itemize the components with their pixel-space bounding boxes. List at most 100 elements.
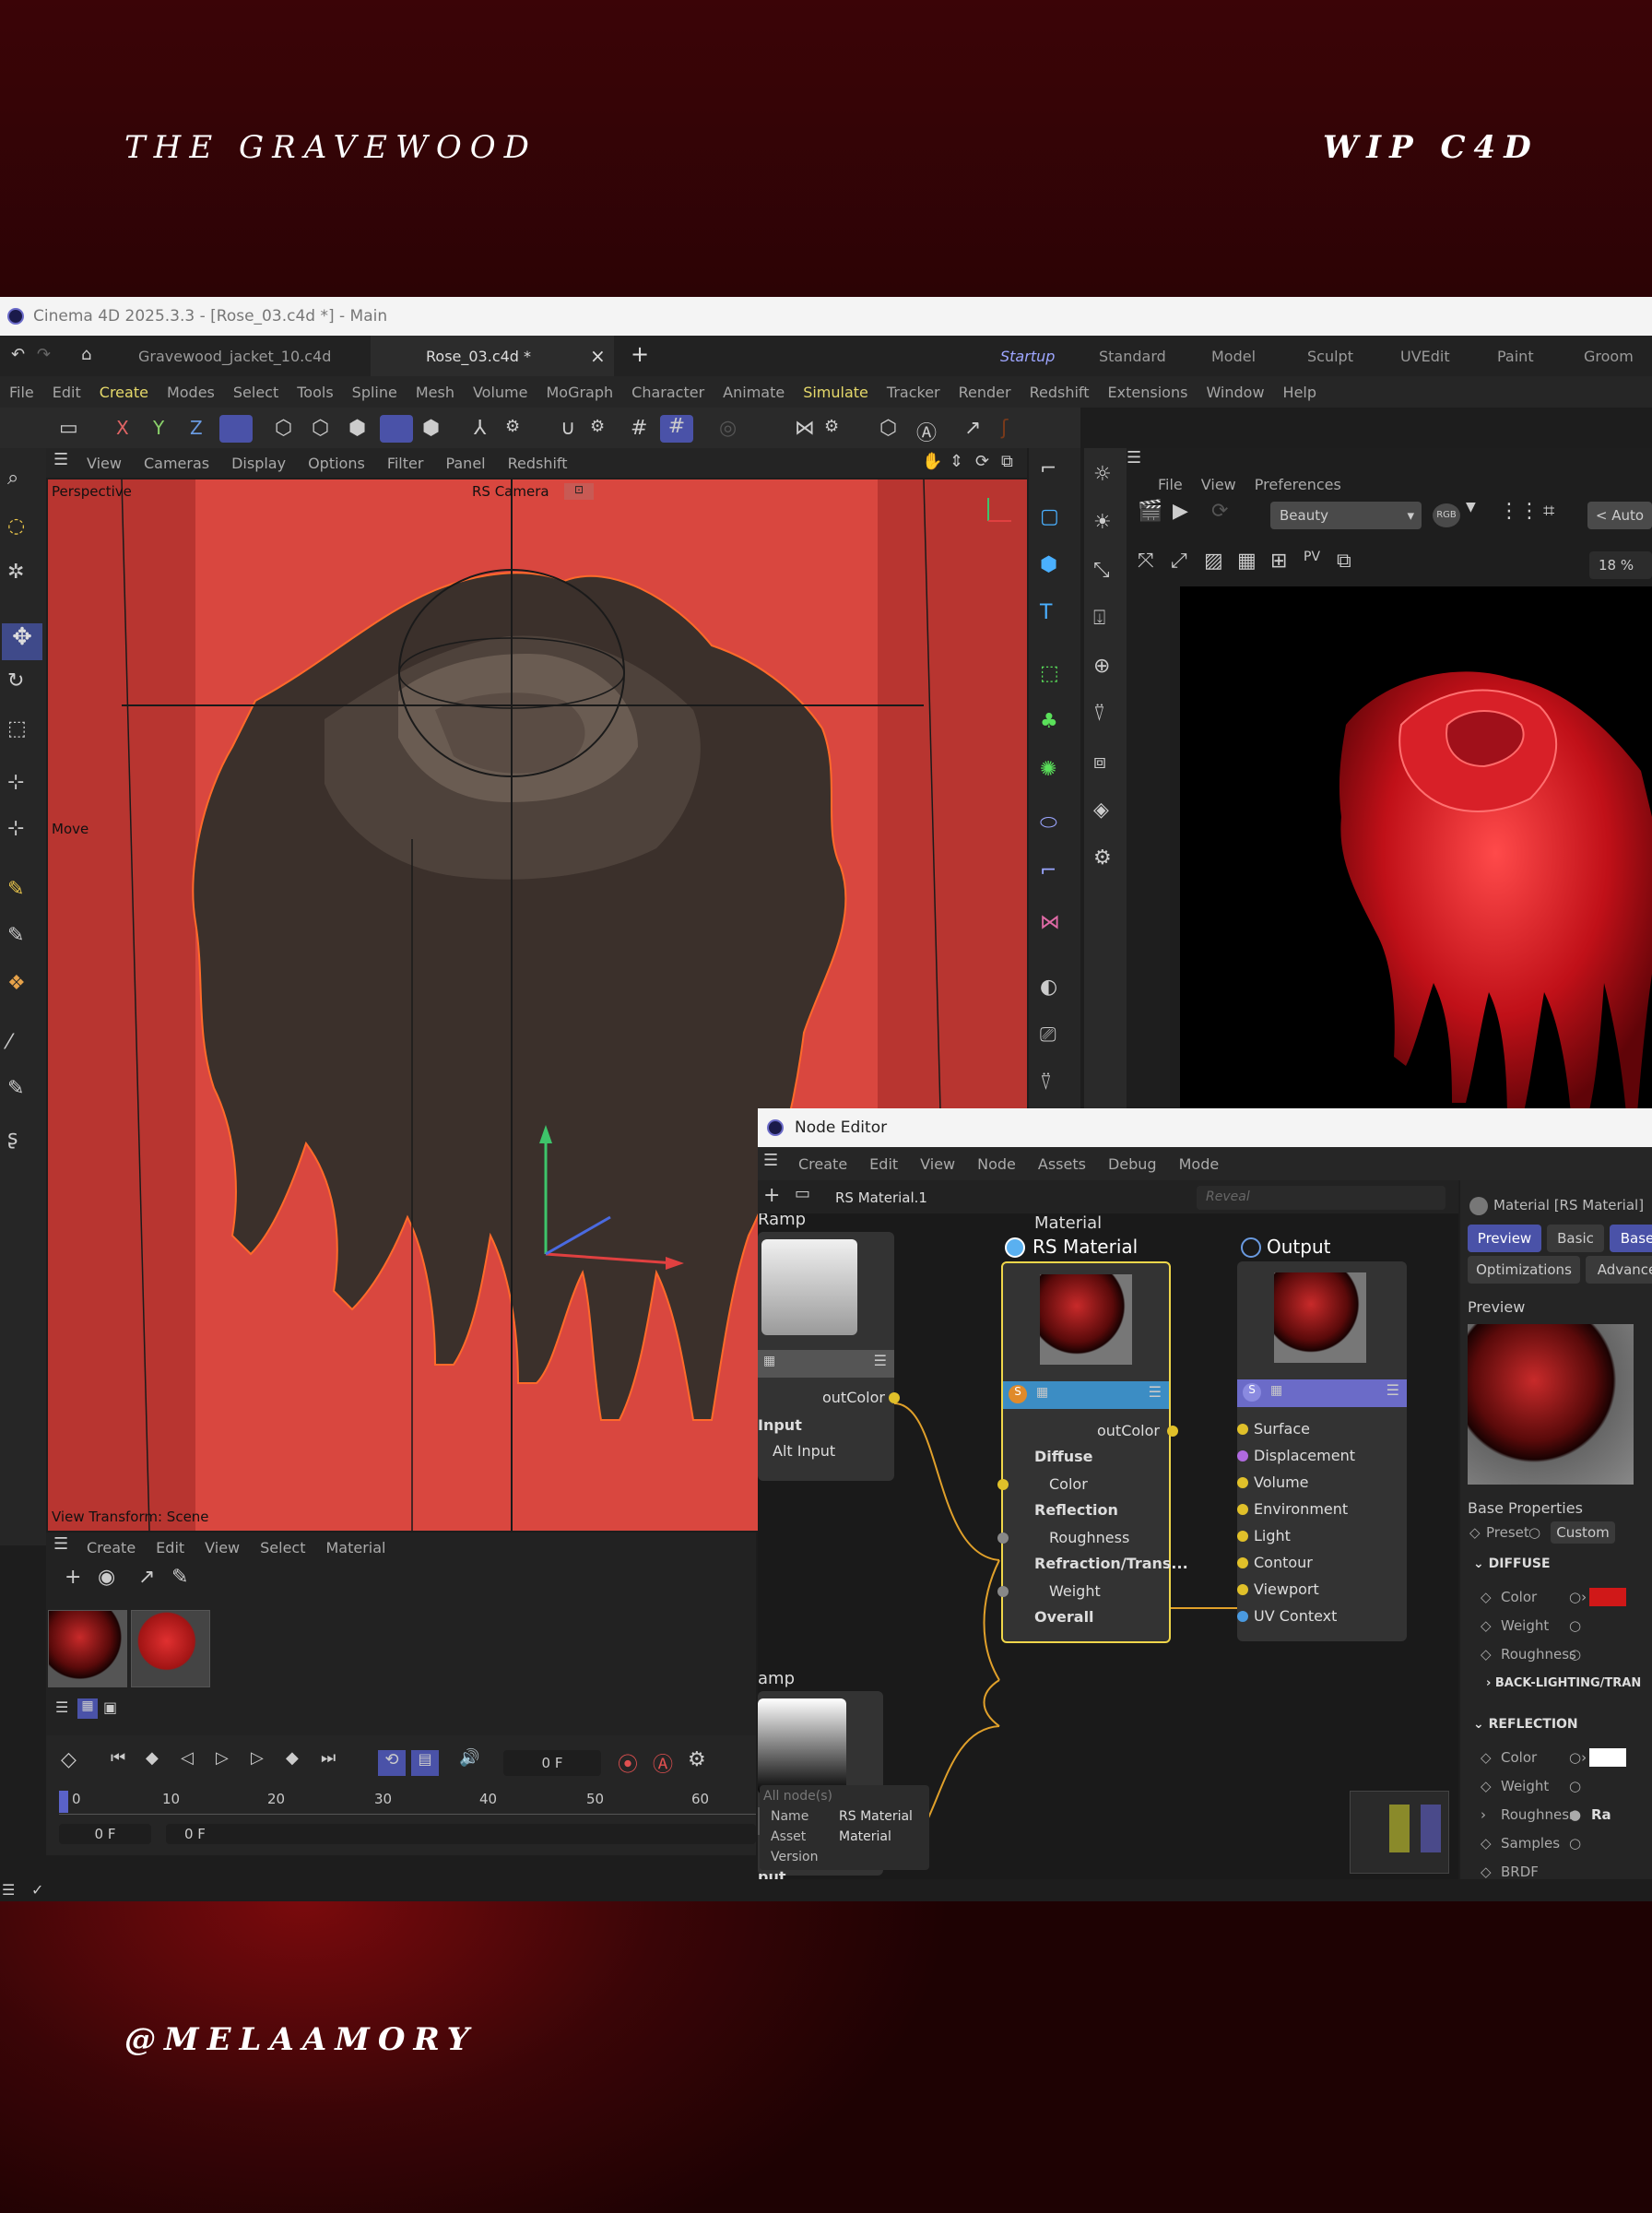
- add-snapshot-icon[interactable]: ⊞: [1270, 550, 1287, 573]
- weight-port[interactable]: [997, 1586, 1009, 1597]
- out-row-uv-context[interactable]: UV Context: [1254, 1607, 1337, 1625]
- deformer-icon[interactable]: ⬭: [1040, 811, 1057, 834]
- viewport-menu-icon[interactable]: ☰: [53, 450, 68, 469]
- pen-tool-icon[interactable]: ✎: [7, 878, 24, 901]
- layout-groom[interactable]: Groom: [1584, 348, 1634, 365]
- ramp-1-out-port[interactable]: [889, 1392, 900, 1403]
- field-icon[interactable]: ⋈: [1040, 911, 1060, 934]
- menu-window[interactable]: Window: [1197, 384, 1273, 401]
- edges-mode-icon[interactable]: ⬡: [312, 417, 329, 440]
- circle-icon[interactable]: ○: [1569, 1617, 1586, 1634]
- light-port[interactable]: [1237, 1531, 1248, 1542]
- spline-tools-icon[interactable]: ❖: [7, 972, 26, 995]
- aov-select[interactable]: Beauty ▾: [1270, 502, 1422, 529]
- redo-icon[interactable]: ↷: [37, 345, 51, 364]
- keyframe-icon[interactable]: ◇: [61, 1748, 77, 1771]
- attr-tab-base[interactable]: Base: [1610, 1225, 1652, 1252]
- grid-snap-button[interactable]: #: [660, 415, 693, 443]
- out-row-viewport[interactable]: Viewport: [1254, 1580, 1319, 1598]
- vp-menu-panel[interactable]: Panel: [445, 455, 485, 472]
- sound-icon[interactable]: 🔊: [459, 1748, 479, 1768]
- add-material-icon[interactable]: +: [65, 1566, 81, 1589]
- back-lighting-section[interactable]: › BACK-LIGHTING/TRAN: [1486, 1676, 1641, 1690]
- butterfly-icon[interactable]: ⋈: [795, 417, 815, 440]
- timeline-ruler[interactable]: 0 10 20 30 40 50 60: [59, 1791, 756, 1815]
- ne-menu-create[interactable]: Create: [798, 1155, 847, 1173]
- clapper-icon[interactable]: 🎬: [1138, 500, 1162, 523]
- material-ball-icon[interactable]: ◉: [98, 1566, 115, 1589]
- layout-paint[interactable]: Paint: [1497, 348, 1534, 365]
- playhead[interactable]: [59, 1791, 68, 1813]
- transform-tool-icon[interactable]: ⊹: [7, 771, 24, 794]
- mat-menu-view[interactable]: View: [205, 1539, 240, 1556]
- mat-menu-edit[interactable]: Edit: [156, 1539, 184, 1556]
- refresh-icon[interactable]: ⟳: [1211, 500, 1228, 523]
- start-frame-field[interactable]: 0 F: [59, 1824, 151, 1844]
- go-end-icon[interactable]: ⏭: [321, 1748, 336, 1768]
- close-tab-icon[interactable]: ×: [590, 345, 606, 367]
- current-frame-field[interactable]: 0 F: [503, 1750, 601, 1776]
- material-out-port[interactable]: [1167, 1426, 1178, 1437]
- row-roughness[interactable]: Roughness: [1049, 1529, 1129, 1546]
- node-minimap[interactable]: [1350, 1791, 1449, 1874]
- ramp-node-1[interactable]: Ramp ▦ ☰ outColor Input Alt Input: [758, 1213, 900, 1481]
- rgb-channel-button[interactable]: RGB: [1433, 503, 1460, 527]
- ies-light-icon[interactable]: ⍗: [1093, 607, 1105, 630]
- node-canvas[interactable]: Ramp ▦☰ outColor Input Alt Input amp ▦☰ …: [758, 1213, 1458, 1879]
- volume-icon[interactable]: ◈: [1093, 799, 1109, 822]
- axis-z-button[interactable]: Z: [190, 417, 203, 439]
- tab-file-2[interactable]: Rose_03.c4d *: [426, 348, 531, 365]
- vp-menu-options[interactable]: Options: [308, 455, 365, 472]
- row-overall[interactable]: Overall: [1034, 1608, 1094, 1626]
- text-a-icon[interactable]: Ⓐ: [916, 417, 937, 446]
- spline-pen-icon[interactable]: ✎: [7, 924, 24, 947]
- out-row-environment[interactable]: Environment: [1254, 1500, 1348, 1518]
- vp-menu-view[interactable]: View: [87, 455, 122, 472]
- attr-tab-preview[interactable]: Preview: [1468, 1225, 1541, 1252]
- menu-mesh[interactable]: Mesh: [407, 384, 464, 401]
- ne-menu-assets[interactable]: Assets: [1038, 1155, 1086, 1173]
- polygons-mode-icon[interactable]: ⬢: [348, 417, 366, 440]
- circle-icon[interactable]: ○: [1569, 1835, 1586, 1852]
- preset-select[interactable]: Custom: [1551, 1521, 1615, 1544]
- layout-uvedit[interactable]: UVEdit: [1400, 348, 1450, 365]
- autokey-icon[interactable]: Ⓐ: [653, 1748, 673, 1778]
- object-render-icon[interactable]: ⬡: [879, 417, 897, 440]
- material-thumb-2[interactable]: [131, 1610, 210, 1687]
- cloner-icon[interactable]: ♣: [1040, 710, 1058, 733]
- refl-color-swatch[interactable]: [1589, 1747, 1626, 1767]
- menu-extensions[interactable]: Extensions: [1099, 384, 1198, 401]
- menu-tools[interactable]: Tools: [288, 384, 342, 401]
- render-canvas[interactable]: [1180, 586, 1652, 1125]
- displacement-port[interactable]: [1237, 1450, 1248, 1462]
- row-reflection[interactable]: Reflection: [1034, 1501, 1118, 1519]
- reflection-section[interactable]: ⌄ REFLECTION: [1473, 1717, 1578, 1732]
- object-box-icon[interactable]: ▭: [59, 417, 78, 440]
- export-icon[interactable]: ↗: [964, 417, 981, 440]
- copy-icon[interactable]: ⧉: [1337, 550, 1351, 573]
- menu-select[interactable]: Select: [224, 384, 288, 401]
- menu-create[interactable]: Create: [90, 384, 158, 401]
- model-mode-button[interactable]: [380, 415, 413, 443]
- environment-icon[interactable]: ◐: [1040, 976, 1057, 999]
- settings-icon[interactable]: ⚙: [824, 417, 839, 436]
- sun-icon[interactable]: ☼: [1093, 463, 1112, 486]
- menu-render[interactable]: Render: [950, 384, 1021, 401]
- menu-redshift[interactable]: Redshift: [1021, 384, 1099, 401]
- cube-icon[interactable]: ⬢: [1040, 553, 1057, 576]
- grid-view-button[interactable]: ▦: [77, 1698, 98, 1719]
- ne-menu-view[interactable]: View: [920, 1155, 955, 1173]
- status-menu-icon[interactable]: ☰: [2, 1881, 15, 1899]
- play-render-icon[interactable]: ▶: [1173, 500, 1188, 523]
- rv-menu-file[interactable]: File: [1158, 476, 1183, 493]
- diffuse-color-port[interactable]: [997, 1479, 1009, 1490]
- row-diffuse[interactable]: Diffuse: [1034, 1448, 1093, 1465]
- camera-label[interactable]: RS Camera: [472, 483, 549, 500]
- circle-icon[interactable]: ○: [1569, 1646, 1586, 1663]
- area-light-icon[interactable]: ☀: [1093, 511, 1112, 534]
- spot-light-icon[interactable]: ⤡: [1093, 559, 1110, 582]
- rs-material-node[interactable]: S ▦ ☰ outColor Diffuse Color Reflection Ro…: [997, 1261, 1188, 1643]
- viewport-port[interactable]: [1237, 1584, 1248, 1595]
- ne-add-icon[interactable]: +: [763, 1184, 780, 1207]
- sky-icon[interactable]: ⧈: [1093, 751, 1106, 774]
